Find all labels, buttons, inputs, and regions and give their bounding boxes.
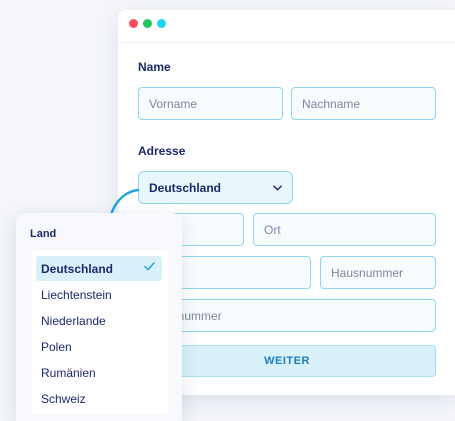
chevron-down-icon <box>273 184 282 191</box>
country-option-niederlande[interactable]: Niederlande <box>36 308 162 333</box>
window-maximize-dot[interactable] <box>143 19 152 28</box>
strasse-input[interactable]: e <box>160 256 311 289</box>
window-minimize-dot[interactable] <box>157 19 166 28</box>
ort-input[interactable]: Ort <box>253 213 436 246</box>
country-options-list: Deutschland Liechtenstein Niederlande Po… <box>32 251 168 415</box>
country-option-schweiz[interactable]: Schweiz <box>36 386 162 411</box>
name-section-label: Name <box>138 60 171 74</box>
checkmark-icon <box>144 262 155 271</box>
window-close-dot[interactable] <box>129 19 138 28</box>
country-option-rumaenien[interactable]: Rumänien <box>36 360 162 385</box>
land-label: Land <box>30 228 57 240</box>
country-dropdown-panel: Land Deutschland Liechtenstein Niederlan… <box>16 213 182 421</box>
hausnummer-input[interactable]: Hausnummer <box>320 256 436 289</box>
country-select[interactable]: Deutschland <box>138 171 293 204</box>
vorname-input[interactable]: Vorname <box>138 87 283 120</box>
country-option-liechtenstein[interactable]: Liechtenstein <box>36 282 162 307</box>
country-select-value: Deutschland <box>149 180 222 195</box>
phone-input[interactable]: nnummer <box>160 299 436 332</box>
country-option-polen[interactable]: Polen <box>36 334 162 359</box>
adresse-section-label: Adresse <box>138 144 186 158</box>
window-titlebar <box>118 10 455 43</box>
country-option-deutschland[interactable]: Deutschland <box>36 256 162 281</box>
nachname-input[interactable]: Nachname <box>291 87 436 120</box>
weiter-button[interactable]: WEITER <box>138 345 436 377</box>
